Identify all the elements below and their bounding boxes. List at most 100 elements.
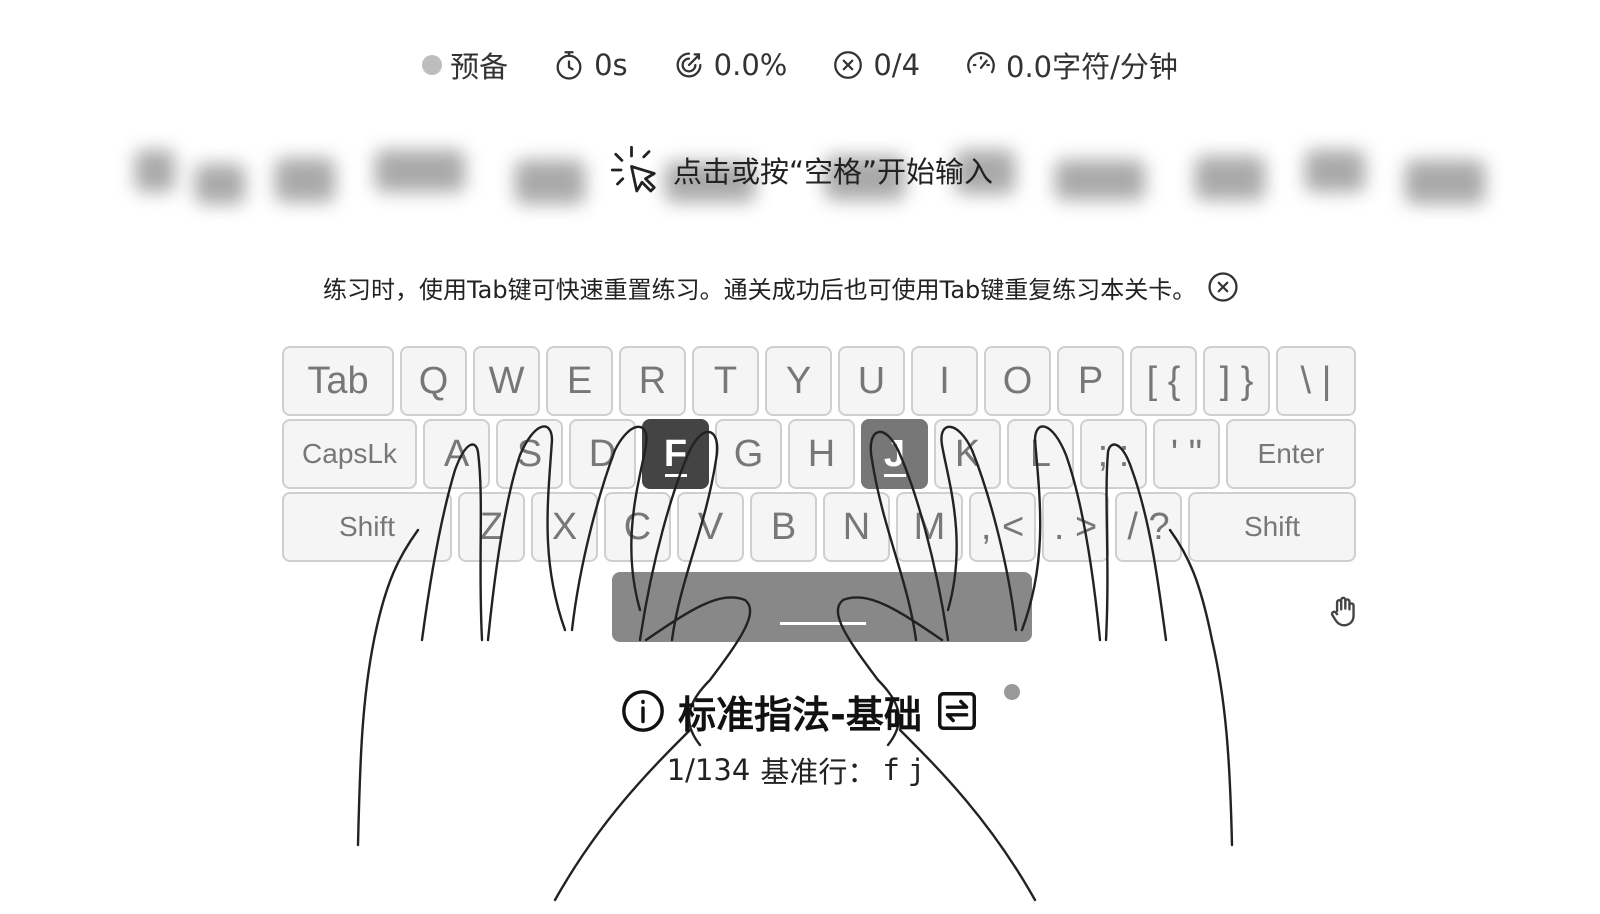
error-icon [834,51,863,79]
key-g[interactable]: G [715,419,782,489]
key-o[interactable]: O [984,346,1051,416]
key-x[interactable]: X [531,492,598,562]
key-shift[interactable]: Shift [282,492,452,562]
start-hint-text: 点击或按“空格”开始输入 [672,155,994,189]
key-label: V [697,505,724,548]
info-icon[interactable] [620,688,666,734]
start-hint[interactable]: 点击或按“空格”开始输入 [0,140,1600,200]
key-j[interactable]: J [861,419,928,489]
key-sym11[interactable]: ' " [1153,419,1220,489]
switch-icon[interactable] [934,688,980,734]
key-sym10[interactable]: ; : [1080,419,1147,489]
key-a[interactable]: A [423,419,490,489]
space-key[interactable] [612,572,1032,642]
key-label: I [939,359,950,402]
speed-stat: 0.0字符/分钟 [964,44,1178,86]
stats-bar: 预备 0s 0.0% 0/4 0.0字符/分钟 [0,40,1600,90]
key-label: ; : [1097,432,1130,475]
key-sym9[interactable]: . > [1042,492,1109,562]
key-label: P [1077,359,1104,402]
key-label: S [516,432,543,475]
key-label: N [842,505,871,548]
key-f[interactable]: F [642,419,709,489]
key-capslk[interactable]: CapsLk [282,419,417,489]
key-v[interactable]: V [677,492,744,562]
key-r[interactable]: R [619,346,686,416]
key-label: W [488,359,525,402]
key-c[interactable]: C [604,492,671,562]
key-b[interactable]: B [750,492,817,562]
key-label: C [623,505,652,548]
time-stat: 0s [552,48,628,82]
key-label: R [638,359,667,402]
key-e[interactable]: E [546,346,613,416]
hand-icon[interactable] [1326,592,1364,630]
key-l[interactable]: L [1007,419,1074,489]
key-label: T [713,359,738,402]
speed-icon [967,51,995,74]
errors-value: 0/4 [873,48,921,82]
key-label: O [1002,359,1033,402]
key-m[interactable]: M [896,492,963,562]
accuracy-icon [676,52,702,78]
key-label: ' " [1170,432,1203,475]
accuracy-value: 0.0% [713,48,788,82]
key-sym10[interactable]: / ? [1115,492,1182,562]
key-label: Z [479,505,504,548]
home-row-bump [664,474,687,477]
key-label: L [1029,432,1052,475]
key-label: Enter [1257,438,1325,469]
lesson-progress-count: 1/134 [666,753,751,787]
key-u[interactable]: U [838,346,905,416]
key-s[interactable]: S [496,419,563,489]
key-label: F [663,432,688,475]
key-label: E [566,359,593,402]
lesson-title-text: 标准指法-基础 [678,692,922,737]
key-w[interactable]: W [473,346,540,416]
key-label: CapsLk [302,438,397,469]
key-label: . > [1053,505,1098,548]
key-sym13[interactable]: \ | [1276,346,1356,416]
key-z[interactable]: Z [458,492,525,562]
key-label: Shift [1243,511,1301,542]
key-label: Y [785,359,812,402]
key-label: U [857,359,886,402]
key-y[interactable]: Y [765,346,832,416]
click-cursor-icon [610,145,656,193]
tab-tip: 练习时，使用Tab键可快速重置练习。通关成功后也可使用Tab键重复练习本关卡。 [323,262,1383,312]
key-label: D [588,432,617,475]
key-label: [ { [1146,359,1181,402]
key-p[interactable]: P [1057,346,1124,416]
key-n[interactable]: N [823,492,890,562]
key-t[interactable]: T [692,346,759,416]
key-k[interactable]: K [934,419,1001,489]
key-sym8[interactable]: , < [969,492,1036,562]
key-i[interactable]: I [911,346,978,416]
key-shift[interactable]: Shift [1188,492,1356,562]
key-label: J [883,432,906,475]
timer-icon [556,51,582,80]
key-sym12[interactable]: ] } [1203,346,1270,416]
key-tab[interactable]: Tab [282,346,394,416]
key-label: A [443,432,470,475]
key-label: G [733,432,764,475]
key-label: ] } [1219,359,1254,402]
key-label: , < [980,505,1025,548]
accuracy-stat: 0.0% [672,48,788,82]
key-label: / ? [1127,505,1170,548]
key-q[interactable]: Q [400,346,467,416]
key-sym11[interactable]: [ { [1130,346,1197,416]
key-d[interactable]: D [569,419,636,489]
key-enter[interactable]: Enter [1226,419,1356,489]
home-row-bump [883,474,906,477]
lesson-title: 标准指法-基础 [0,686,1600,737]
close-icon[interactable] [1206,270,1240,304]
time-value: 0s [594,48,628,82]
key-h[interactable]: H [788,419,855,489]
key-label: K [954,432,981,475]
lesson-progress: 1/134 基准行： fj [0,750,1600,790]
status-stat: 预备 [422,44,508,86]
lesson-row-label: 基准行： [760,755,877,789]
lesson-keys: fj [882,753,934,787]
key-label: X [551,505,578,548]
